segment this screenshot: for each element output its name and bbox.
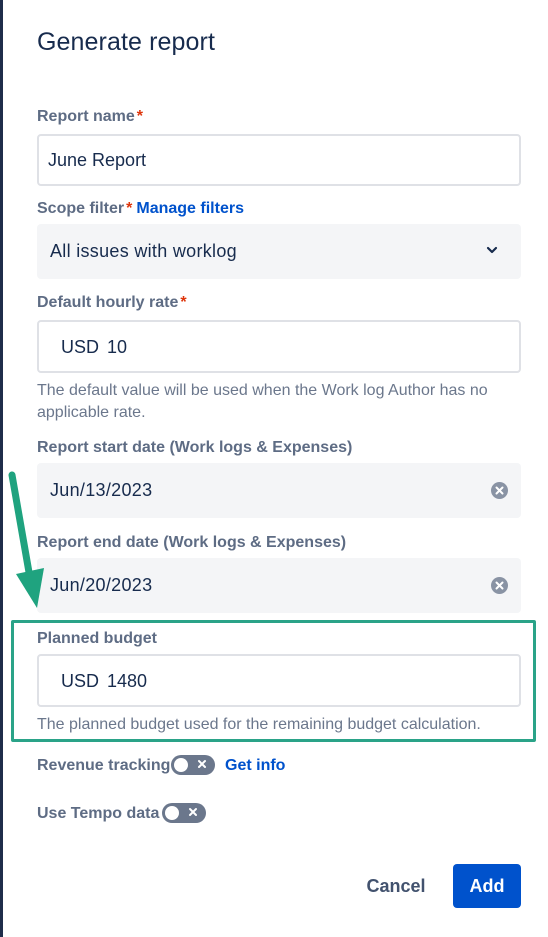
start-date-picker[interactable]: Jun/13/2023 bbox=[37, 463, 521, 518]
clear-icon[interactable] bbox=[491, 482, 508, 499]
add-button[interactable]: Add bbox=[453, 864, 521, 908]
tempo-data-label: Use Tempo data bbox=[37, 805, 160, 822]
required-mark: * bbox=[136, 108, 144, 125]
close-icon bbox=[189, 808, 197, 816]
report-name-label: Report name * bbox=[37, 108, 144, 125]
hourly-rate-label: Default hourly rate * bbox=[37, 294, 187, 311]
revenue-tracking-toggle[interactable] bbox=[171, 755, 215, 775]
chevron-down-icon bbox=[486, 246, 498, 254]
annotation-arrow-icon bbox=[8, 471, 44, 608]
close-icon bbox=[198, 760, 206, 768]
toggle-knob bbox=[174, 758, 188, 772]
cancel-button[interactable]: Cancel bbox=[353, 864, 439, 908]
highlight-box bbox=[11, 620, 536, 742]
hourly-rate-help: The default value will be used when the … bbox=[37, 382, 488, 421]
required-mark: * bbox=[180, 294, 187, 311]
end-date-picker[interactable]: Jun/20/2023 bbox=[37, 558, 521, 613]
currency-label: USD bbox=[61, 337, 100, 357]
clear-icon[interactable] bbox=[491, 577, 508, 594]
tempo-data-toggle[interactable] bbox=[162, 803, 206, 823]
manage-filters-link[interactable]: Manage filters bbox=[136, 200, 244, 217]
end-date-label: Report end date (Work logs & Expenses) bbox=[37, 534, 347, 551]
start-date-label: Report start date (Work logs & Expenses) bbox=[37, 439, 353, 456]
toggle-knob bbox=[165, 806, 179, 820]
generate-report-dialog: Generate report Report name * June Report… bbox=[3, 0, 548, 937]
revenue-tracking-label: Revenue tracking bbox=[37, 757, 171, 774]
required-mark: * bbox=[126, 200, 133, 217]
get-info-link[interactable]: Get info bbox=[225, 757, 285, 775]
dialog-title: Generate report bbox=[37, 28, 215, 56]
hourly-rate-input[interactable]: USD 10 bbox=[37, 320, 521, 373]
scope-filter-label: Scope filter * Manage filters bbox=[37, 200, 244, 217]
scope-filter-select[interactable]: All issues with worklog bbox=[37, 224, 521, 279]
report-name-input[interactable]: June Report bbox=[37, 134, 521, 186]
